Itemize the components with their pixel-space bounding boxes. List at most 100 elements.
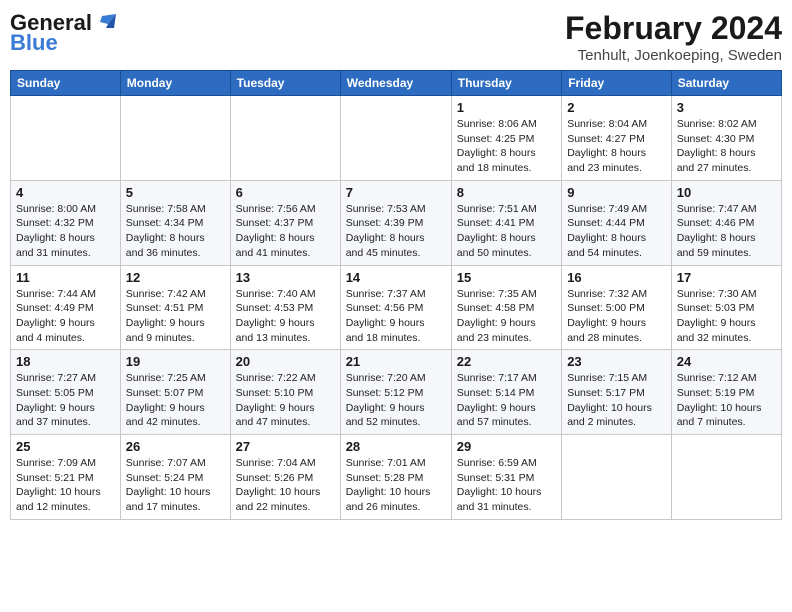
page-subtitle: Tenhult, Joenkoeping, Sweden	[565, 47, 782, 64]
calendar-day-cell	[562, 435, 672, 520]
day-info: Sunrise: 7:49 AM Sunset: 4:44 PM Dayligh…	[567, 202, 666, 261]
calendar-day-cell: 17Sunrise: 7:30 AM Sunset: 5:03 PM Dayli…	[671, 265, 781, 350]
logo-blue: Blue	[10, 30, 58, 56]
calendar-day-cell: 1 Sunrise: 8:06 AM Sunset: 4:25 PM Daylig…	[451, 96, 561, 181]
calendar-day-cell	[671, 435, 781, 520]
day-number: 18	[16, 354, 115, 369]
calendar-day-cell: 15 Sunrise: 7:35 AM Sunset: 4:58 PM Dayli…	[451, 265, 561, 350]
calendar-day-cell: 5 Sunrise: 7:58 AM Sunset: 4:34 PM Daylig…	[120, 180, 230, 265]
calendar-day-cell: 3 Sunrise: 8:02 AM Sunset: 4:30 PM Daylig…	[671, 96, 781, 181]
day-number: 8	[457, 185, 556, 200]
day-info: Sunrise: 7:15 AM Sunset: 5:17 PM Dayligh…	[567, 371, 666, 430]
col-sunday: Sunday	[11, 71, 121, 96]
calendar-week-row: 11 Sunrise: 7:44 AM Sunset: 4:49 PM Dayli…	[11, 265, 782, 350]
calendar-day-cell: 21 Sunrise: 7:20 AM Sunset: 5:12 PM Dayli…	[340, 350, 451, 435]
day-number: 13	[236, 270, 335, 285]
calendar-day-cell: 6 Sunrise: 7:56 AM Sunset: 4:37 PM Daylig…	[230, 180, 340, 265]
day-info: Sunrise: 7:56 AM Sunset: 4:37 PM Dayligh…	[236, 202, 335, 261]
day-number: 20	[236, 354, 335, 369]
day-info: Sunrise: 7:32 AM Sunset: 5:00 PM Dayligh…	[567, 287, 666, 346]
col-thursday: Thursday	[451, 71, 561, 96]
col-monday: Monday	[120, 71, 230, 96]
day-info: Sunrise: 7:53 AM Sunset: 4:39 PM Dayligh…	[346, 202, 446, 261]
day-number: 15	[457, 270, 556, 285]
day-info: Sunrise: 7:40 AM Sunset: 4:53 PM Dayligh…	[236, 287, 335, 346]
day-number: 6	[236, 185, 335, 200]
calendar-day-cell: 16 Sunrise: 7:32 AM Sunset: 5:00 PM Dayli…	[562, 265, 672, 350]
day-number: 17	[677, 270, 776, 285]
calendar-day-cell: 8 Sunrise: 7:51 AM Sunset: 4:41 PM Daylig…	[451, 180, 561, 265]
day-number: 28	[346, 439, 446, 454]
day-info: Sunrise: 7:04 AM Sunset: 5:26 PM Dayligh…	[236, 456, 335, 515]
day-number: 26	[126, 439, 225, 454]
day-info: Sunrise: 7:09 AM Sunset: 5:21 PM Dayligh…	[16, 456, 115, 515]
day-info: Sunrise: 7:47 AM Sunset: 4:46 PM Dayligh…	[677, 202, 776, 261]
day-info: Sunrise: 8:06 AM Sunset: 4:25 PM Dayligh…	[457, 117, 556, 176]
col-tuesday: Tuesday	[230, 71, 340, 96]
calendar-week-row: 1 Sunrise: 8:06 AM Sunset: 4:25 PM Daylig…	[11, 96, 782, 181]
calendar-day-cell: 11 Sunrise: 7:44 AM Sunset: 4:49 PM Dayli…	[11, 265, 121, 350]
day-number: 11	[16, 270, 115, 285]
day-number: 14	[346, 270, 446, 285]
logo: General Blue	[10, 10, 116, 56]
calendar-day-cell	[11, 96, 121, 181]
day-number: 24	[677, 354, 776, 369]
calendar-week-row: 18 Sunrise: 7:27 AM Sunset: 5:05 PM Dayli…	[11, 350, 782, 435]
calendar-day-cell: 4 Sunrise: 8:00 AM Sunset: 4:32 PM Daylig…	[11, 180, 121, 265]
day-number: 21	[346, 354, 446, 369]
day-info: Sunrise: 7:35 AM Sunset: 4:58 PM Dayligh…	[457, 287, 556, 346]
day-info: Sunrise: 7:51 AM Sunset: 4:41 PM Dayligh…	[457, 202, 556, 261]
day-number: 19	[126, 354, 225, 369]
page-title: February 2024	[565, 10, 782, 47]
day-info: Sunrise: 8:04 AM Sunset: 4:27 PM Dayligh…	[567, 117, 666, 176]
page-header: General Blue February 2024 Tenhult, Joen…	[10, 10, 782, 64]
day-number: 10	[677, 185, 776, 200]
day-info: Sunrise: 8:02 AM Sunset: 4:30 PM Dayligh…	[677, 117, 776, 176]
calendar-header-row: Sunday Monday Tuesday Wednesday Thursday…	[11, 71, 782, 96]
day-info: Sunrise: 7:37 AM Sunset: 4:56 PM Dayligh…	[346, 287, 446, 346]
day-number: 2	[567, 100, 666, 115]
day-info: Sunrise: 7:42 AM Sunset: 4:51 PM Dayligh…	[126, 287, 225, 346]
calendar-week-row: 25 Sunrise: 7:09 AM Sunset: 5:21 PM Dayli…	[11, 435, 782, 520]
day-info: Sunrise: 6:59 AM Sunset: 5:31 PM Dayligh…	[457, 456, 556, 515]
calendar-day-cell: 7Sunrise: 7:53 AM Sunset: 4:39 PM Daylig…	[340, 180, 451, 265]
calendar-day-cell: 2 Sunrise: 8:04 AM Sunset: 4:27 PM Daylig…	[562, 96, 672, 181]
calendar-table: Sunday Monday Tuesday Wednesday Thursday…	[10, 70, 782, 520]
col-saturday: Saturday	[671, 71, 781, 96]
day-number: 9	[567, 185, 666, 200]
calendar-day-cell: 25 Sunrise: 7:09 AM Sunset: 5:21 PM Dayli…	[11, 435, 121, 520]
day-number: 4	[16, 185, 115, 200]
title-area: February 2024 Tenhult, Joenkoeping, Swed…	[565, 10, 782, 64]
day-number: 23	[567, 354, 666, 369]
calendar-day-cell: 28 Sunrise: 7:01 AM Sunset: 5:28 PM Dayli…	[340, 435, 451, 520]
calendar-day-cell: 19Sunrise: 7:25 AM Sunset: 5:07 PM Dayli…	[120, 350, 230, 435]
calendar-day-cell: 18 Sunrise: 7:27 AM Sunset: 5:05 PM Dayli…	[11, 350, 121, 435]
col-wednesday: Wednesday	[340, 71, 451, 96]
calendar-day-cell: 22 Sunrise: 7:17 AM Sunset: 5:14 PM Dayli…	[451, 350, 561, 435]
day-number: 5	[126, 185, 225, 200]
day-number: 22	[457, 354, 556, 369]
calendar-day-cell: 14 Sunrise: 7:37 AM Sunset: 4:56 PM Dayli…	[340, 265, 451, 350]
day-number: 16	[567, 270, 666, 285]
day-info: Sunrise: 7:17 AM Sunset: 5:14 PM Dayligh…	[457, 371, 556, 430]
calendar-day-cell: 23 Sunrise: 7:15 AM Sunset: 5:17 PM Dayli…	[562, 350, 672, 435]
calendar-day-cell: 10 Sunrise: 7:47 AM Sunset: 4:46 PM Dayli…	[671, 180, 781, 265]
calendar-day-cell: 20 Sunrise: 7:22 AM Sunset: 5:10 PM Dayli…	[230, 350, 340, 435]
day-number: 1	[457, 100, 556, 115]
day-number: 3	[677, 100, 776, 115]
day-number: 12	[126, 270, 225, 285]
calendar-day-cell: 24Sunrise: 7:12 AM Sunset: 5:19 PM Dayli…	[671, 350, 781, 435]
day-info: Sunrise: 7:20 AM Sunset: 5:12 PM Dayligh…	[346, 371, 446, 430]
day-info: Sunrise: 8:00 AM Sunset: 4:32 PM Dayligh…	[16, 202, 115, 261]
day-info: Sunrise: 7:01 AM Sunset: 5:28 PM Dayligh…	[346, 456, 446, 515]
calendar-day-cell: 9 Sunrise: 7:49 AM Sunset: 4:44 PM Daylig…	[562, 180, 672, 265]
calendar-day-cell: 26Sunrise: 7:07 AM Sunset: 5:24 PM Dayli…	[120, 435, 230, 520]
day-info: Sunrise: 7:22 AM Sunset: 5:10 PM Dayligh…	[236, 371, 335, 430]
day-info: Sunrise: 7:44 AM Sunset: 4:49 PM Dayligh…	[16, 287, 115, 346]
day-info: Sunrise: 7:58 AM Sunset: 4:34 PM Dayligh…	[126, 202, 225, 261]
calendar-day-cell	[340, 96, 451, 181]
calendar-day-cell: 27Sunrise: 7:04 AM Sunset: 5:26 PM Dayli…	[230, 435, 340, 520]
day-number: 25	[16, 439, 115, 454]
day-info: Sunrise: 7:27 AM Sunset: 5:05 PM Dayligh…	[16, 371, 115, 430]
col-friday: Friday	[562, 71, 672, 96]
